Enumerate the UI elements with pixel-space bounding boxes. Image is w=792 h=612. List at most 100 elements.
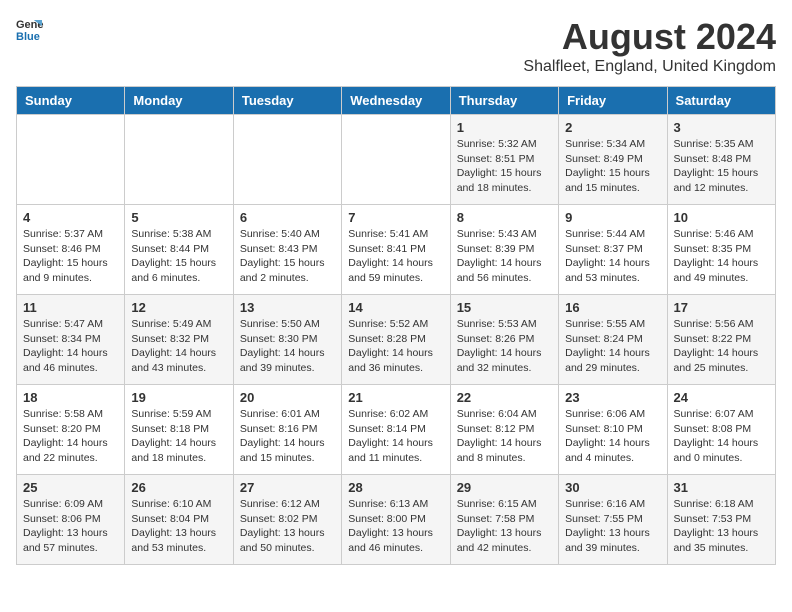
calendar-week-row: 1Sunrise: 5:32 AM Sunset: 8:51 PM Daylig…: [17, 115, 776, 205]
day-info: Sunrise: 6:04 AM Sunset: 8:12 PM Dayligh…: [457, 407, 552, 466]
day-number: 12: [131, 300, 226, 315]
day-info: Sunrise: 5:53 AM Sunset: 8:26 PM Dayligh…: [457, 317, 552, 376]
calendar-cell: 2Sunrise: 5:34 AM Sunset: 8:49 PM Daylig…: [559, 115, 667, 205]
calendar-cell: 22 Sunrise: 6:04 AM Sunset: 8:12 PM Dayli…: [450, 385, 558, 475]
day-info: Sunrise: 5:47 AM Sunset: 8:34 PM Dayligh…: [23, 317, 118, 376]
calendar-cell: [233, 115, 341, 205]
day-info: Sunrise: 6:06 AM Sunset: 8:10 PM Dayligh…: [565, 407, 660, 466]
day-info: Sunrise: 5:59 AM Sunset: 8:18 PM Dayligh…: [131, 407, 226, 466]
calendar-cell: [17, 115, 125, 205]
day-info: Sunrise: 6:18 AM Sunset: 7:53 PM Dayligh…: [674, 497, 769, 556]
calendar-cell: 15Sunrise: 5:53 AM Sunset: 8:26 PM Dayli…: [450, 295, 558, 385]
day-number: 14: [348, 300, 443, 315]
calendar-cell: 24 Sunrise: 6:07 AM Sunset: 8:08 PM Dayli…: [667, 385, 775, 475]
calendar-cell: 27Sunrise: 6:12 AM Sunset: 8:02 PM Dayli…: [233, 475, 341, 565]
calendar-header-row: SundayMondayTuesdayWednesdayThursdayFrid…: [17, 87, 776, 115]
day-info: Sunrise: 6:12 AM Sunset: 8:02 PM Dayligh…: [240, 497, 335, 556]
day-number: 25: [23, 480, 118, 495]
day-number: 3: [674, 120, 769, 135]
day-number: 30: [565, 480, 660, 495]
main-title: August 2024: [523, 16, 776, 58]
day-number: 16: [565, 300, 660, 315]
calendar-cell: 19 Sunrise: 5:59 AM Sunset: 8:18 PM Dayli…: [125, 385, 233, 475]
day-info: Sunrise: 5:43 AM Sunset: 8:39 PM Dayligh…: [457, 227, 552, 286]
day-number: 22: [457, 390, 552, 405]
day-number: 5: [131, 210, 226, 225]
day-number: 26: [131, 480, 226, 495]
calendar-cell: 31 Sunrise: 6:18 AM Sunset: 7:53 PM Dayli…: [667, 475, 775, 565]
day-number: 13: [240, 300, 335, 315]
day-number: 7: [348, 210, 443, 225]
day-of-week-header: Friday: [559, 87, 667, 115]
calendar-cell: 11 Sunrise: 5:47 AM Sunset: 8:34 PM Dayli…: [17, 295, 125, 385]
day-info: Sunrise: 5:35 AM Sunset: 8:48 PM Dayligh…: [674, 137, 769, 196]
calendar-cell: 1Sunrise: 5:32 AM Sunset: 8:51 PM Daylig…: [450, 115, 558, 205]
calendar-cell: 17Sunrise: 5:56 AM Sunset: 8:22 PM Dayli…: [667, 295, 775, 385]
day-info: Sunrise: 6:02 AM Sunset: 8:14 PM Dayligh…: [348, 407, 443, 466]
day-of-week-header: Wednesday: [342, 87, 450, 115]
day-info: Sunrise: 5:56 AM Sunset: 8:22 PM Dayligh…: [674, 317, 769, 376]
day-number: 19: [131, 390, 226, 405]
calendar-cell: 25 Sunrise: 6:09 AM Sunset: 8:06 PM Dayli…: [17, 475, 125, 565]
calendar-week-row: 18 Sunrise: 5:58 AM Sunset: 8:20 PM Dayli…: [17, 385, 776, 475]
day-info: Sunrise: 6:01 AM Sunset: 8:16 PM Dayligh…: [240, 407, 335, 466]
calendar-cell: 3 Sunrise: 5:35 AM Sunset: 8:48 PM Daylig…: [667, 115, 775, 205]
day-number: 23: [565, 390, 660, 405]
title-area: August 2024 Shalfleet, England, United K…: [523, 16, 776, 76]
day-info: Sunrise: 6:07 AM Sunset: 8:08 PM Dayligh…: [674, 407, 769, 466]
day-number: 24: [674, 390, 769, 405]
day-of-week-header: Saturday: [667, 87, 775, 115]
day-info: Sunrise: 5:38 AM Sunset: 8:44 PM Dayligh…: [131, 227, 226, 286]
day-number: 2: [565, 120, 660, 135]
calendar-body: 1Sunrise: 5:32 AM Sunset: 8:51 PM Daylig…: [17, 115, 776, 565]
day-number: 28: [348, 480, 443, 495]
day-info: Sunrise: 5:44 AM Sunset: 8:37 PM Dayligh…: [565, 227, 660, 286]
day-info: Sunrise: 5:58 AM Sunset: 8:20 PM Dayligh…: [23, 407, 118, 466]
calendar-cell: 4Sunrise: 5:37 AM Sunset: 8:46 PM Daylig…: [17, 205, 125, 295]
calendar-cell: 7Sunrise: 5:41 AM Sunset: 8:41 PM Daylig…: [342, 205, 450, 295]
day-number: 9: [565, 210, 660, 225]
day-number: 20: [240, 390, 335, 405]
calendar-cell: 28 Sunrise: 6:13 AM Sunset: 8:00 PM Dayli…: [342, 475, 450, 565]
day-info: Sunrise: 5:37 AM Sunset: 8:46 PM Dayligh…: [23, 227, 118, 286]
logo-icon: General Blue: [16, 16, 44, 44]
day-number: 11: [23, 300, 118, 315]
day-info: Sunrise: 6:09 AM Sunset: 8:06 PM Dayligh…: [23, 497, 118, 556]
calendar-cell: 6 Sunrise: 5:40 AM Sunset: 8:43 PM Daylig…: [233, 205, 341, 295]
calendar-cell: 9 Sunrise: 5:44 AM Sunset: 8:37 PM Daylig…: [559, 205, 667, 295]
day-info: Sunrise: 5:46 AM Sunset: 8:35 PM Dayligh…: [674, 227, 769, 286]
calendar-cell: 30 Sunrise: 6:16 AM Sunset: 7:55 PM Dayli…: [559, 475, 667, 565]
calendar-cell: [342, 115, 450, 205]
calendar-cell: 13Sunrise: 5:50 AM Sunset: 8:30 PM Dayli…: [233, 295, 341, 385]
calendar-cell: 10 Sunrise: 5:46 AM Sunset: 8:35 PM Dayli…: [667, 205, 775, 295]
calendar-cell: 18 Sunrise: 5:58 AM Sunset: 8:20 PM Dayli…: [17, 385, 125, 475]
calendar-cell: 29 Sunrise: 6:15 AM Sunset: 7:58 PM Dayli…: [450, 475, 558, 565]
day-info: Sunrise: 5:32 AM Sunset: 8:51 PM Dayligh…: [457, 137, 552, 196]
calendar-cell: 21Sunrise: 6:02 AM Sunset: 8:14 PM Dayli…: [342, 385, 450, 475]
calendar-table: SundayMondayTuesdayWednesdayThursdayFrid…: [16, 86, 776, 565]
day-info: Sunrise: 6:15 AM Sunset: 7:58 PM Dayligh…: [457, 497, 552, 556]
calendar-cell: 14 Sunrise: 5:52 AM Sunset: 8:28 PM Dayli…: [342, 295, 450, 385]
day-info: Sunrise: 5:49 AM Sunset: 8:32 PM Dayligh…: [131, 317, 226, 376]
day-number: 29: [457, 480, 552, 495]
calendar-cell: 26 Sunrise: 6:10 AM Sunset: 8:04 PM Dayli…: [125, 475, 233, 565]
day-info: Sunrise: 5:52 AM Sunset: 8:28 PM Dayligh…: [348, 317, 443, 376]
day-number: 6: [240, 210, 335, 225]
day-number: 31: [674, 480, 769, 495]
calendar-cell: 5 Sunrise: 5:38 AM Sunset: 8:44 PM Daylig…: [125, 205, 233, 295]
day-info: Sunrise: 6:16 AM Sunset: 7:55 PM Dayligh…: [565, 497, 660, 556]
day-number: 10: [674, 210, 769, 225]
day-info: Sunrise: 5:55 AM Sunset: 8:24 PM Dayligh…: [565, 317, 660, 376]
calendar-cell: 12 Sunrise: 5:49 AM Sunset: 8:32 PM Dayli…: [125, 295, 233, 385]
calendar-week-row: 4Sunrise: 5:37 AM Sunset: 8:46 PM Daylig…: [17, 205, 776, 295]
day-of-week-header: Thursday: [450, 87, 558, 115]
day-info: Sunrise: 6:13 AM Sunset: 8:00 PM Dayligh…: [348, 497, 443, 556]
day-info: Sunrise: 5:40 AM Sunset: 8:43 PM Dayligh…: [240, 227, 335, 286]
day-of-week-header: Monday: [125, 87, 233, 115]
sub-title: Shalfleet, England, United Kingdom: [523, 58, 776, 76]
day-number: 8: [457, 210, 552, 225]
day-of-week-header: Tuesday: [233, 87, 341, 115]
day-info: Sunrise: 6:10 AM Sunset: 8:04 PM Dayligh…: [131, 497, 226, 556]
day-number: 18: [23, 390, 118, 405]
calendar-cell: [125, 115, 233, 205]
